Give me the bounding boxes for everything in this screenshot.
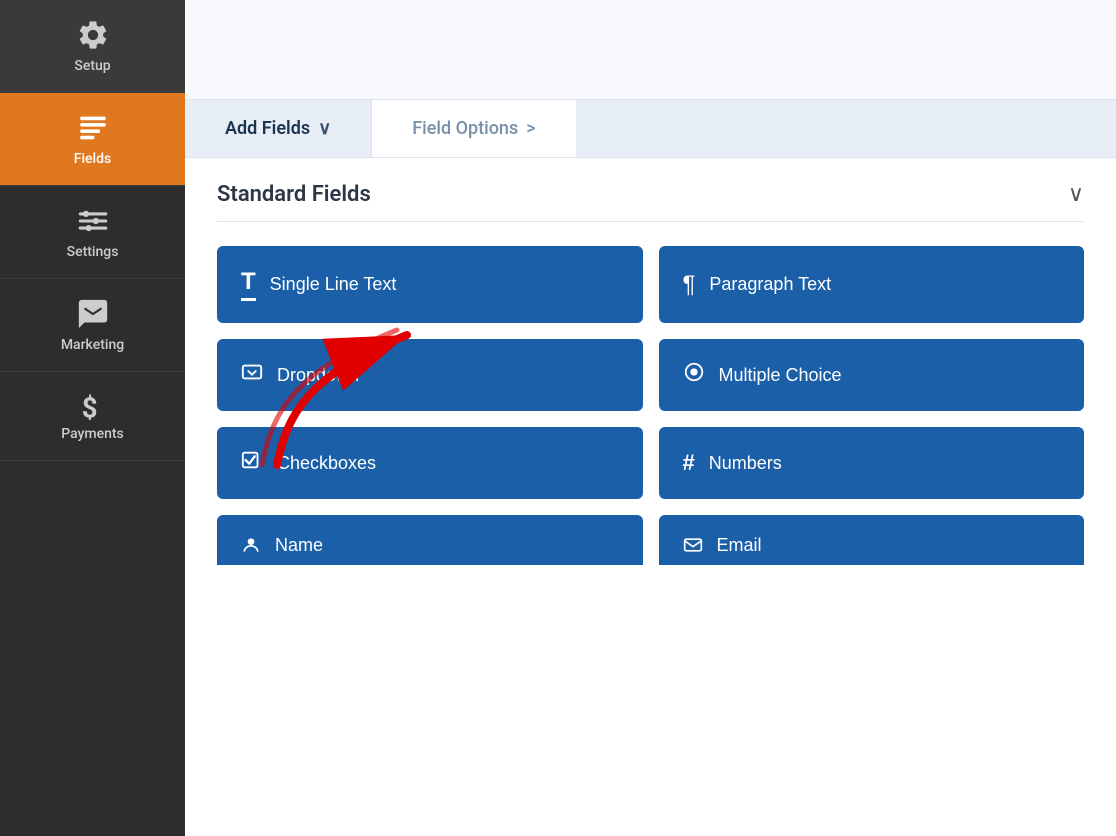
sidebar-item-fields[interactable]: Fields: [0, 93, 185, 186]
sidebar-fields-label: Fields: [74, 151, 111, 167]
field-btn-numbers-label: Numbers: [709, 453, 782, 474]
sidebar-item-marketing[interactable]: Marketing: [0, 279, 185, 372]
section-header: Standard Fields ∨: [217, 182, 1084, 222]
fields-icon: [76, 111, 110, 145]
field-btn-name-label: Name: [275, 535, 323, 556]
field-btn-paragraph-text[interactable]: ¶ Paragraph Text: [659, 246, 1085, 323]
sidebar-item-settings[interactable]: Settings: [0, 186, 185, 279]
field-btn-name[interactable]: Name: [217, 515, 643, 565]
chevron-right-icon: >: [526, 118, 535, 139]
settings-icon: [76, 204, 110, 238]
main-content: Add Fields ∨ Field Options > Standard Fi…: [185, 0, 1116, 836]
field-btn-email-label: Email: [717, 535, 762, 556]
sidebar-setup-label: Setup: [74, 58, 110, 74]
field-btn-single-line-text-label: Single Line Text: [270, 274, 397, 295]
tab-add-fields[interactable]: Add Fields ∨: [185, 100, 371, 157]
field-btn-dropdown-label: Dropdown: [277, 365, 359, 386]
svg-text:$: $: [81, 392, 97, 421]
section-chevron-icon: ∨: [1068, 182, 1084, 207]
sidebar-payments-label: Payments: [61, 426, 124, 442]
fields-grid: T Single Line Text ¶ Paragraph Text: [217, 246, 1084, 499]
tab-add-fields-label: Add Fields: [225, 118, 310, 139]
dropdown-icon: [241, 361, 263, 389]
sidebar-settings-label: Settings: [67, 244, 119, 260]
sidebar-item-setup[interactable]: Setup: [0, 0, 185, 93]
email-field-icon: [683, 535, 703, 561]
tab-row: Add Fields ∨ Field Options >: [185, 100, 1116, 158]
payments-icon: $: [76, 390, 110, 420]
content-area: Standard Fields ∨ T Single Line Text ¶ P…: [185, 158, 1116, 836]
field-btn-email[interactable]: Email: [659, 515, 1085, 565]
sidebar: Setup Fields Settings: [0, 0, 185, 836]
field-btn-paragraph-text-label: Paragraph Text: [709, 274, 831, 295]
multiple-choice-icon: [683, 361, 705, 389]
single-line-text-icon: T: [241, 268, 256, 301]
gear-icon: [76, 18, 110, 52]
sidebar-item-payments[interactable]: $ Payments: [0, 372, 185, 461]
field-btn-numbers[interactable]: # Numbers: [659, 427, 1085, 499]
tab-field-options-label: Field Options: [412, 118, 518, 139]
field-btn-dropdown[interactable]: Dropdown: [217, 339, 643, 411]
name-icon: [241, 535, 261, 561]
tab-field-options[interactable]: Field Options >: [372, 100, 575, 157]
numbers-icon: #: [683, 450, 695, 476]
section-title: Standard Fields: [217, 182, 371, 207]
field-btn-checkboxes-label: Checkboxes: [277, 453, 376, 474]
chevron-down-icon: ∨: [318, 118, 331, 139]
field-btn-single-line-text[interactable]: T Single Line Text: [217, 246, 643, 323]
marketing-icon: [76, 297, 110, 331]
paragraph-text-icon: ¶: [683, 271, 696, 299]
field-btn-multiple-choice-label: Multiple Choice: [719, 365, 842, 386]
field-btn-checkboxes[interactable]: Checkboxes: [217, 427, 643, 499]
field-btn-multiple-choice[interactable]: Multiple Choice: [659, 339, 1085, 411]
top-bar: [185, 0, 1116, 100]
sidebar-marketing-label: Marketing: [61, 337, 124, 353]
checkboxes-icon: [241, 449, 263, 477]
